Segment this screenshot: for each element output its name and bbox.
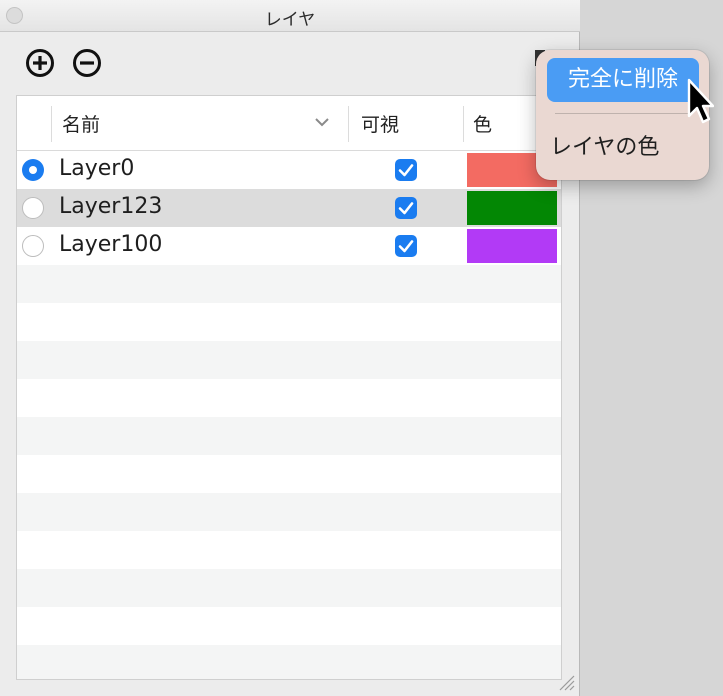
visible-checkbox[interactable] <box>395 197 417 219</box>
layers-table: 名前 可視 色 Layer0 Layer123 Layer100 <box>16 95 562 680</box>
active-layer-radio[interactable] <box>22 159 44 181</box>
table-row[interactable]: Layer100 <box>17 227 561 265</box>
checkmark-icon <box>398 164 414 177</box>
empty-row <box>17 265 561 303</box>
layer-name: Layer0 <box>59 156 135 181</box>
empty-row <box>17 531 561 569</box>
add-layer-button[interactable] <box>25 48 55 78</box>
empty-row <box>17 607 561 645</box>
visible-checkbox[interactable] <box>395 235 417 257</box>
active-layer-radio[interactable] <box>22 197 44 219</box>
menu-item-delete-permanently[interactable]: 完全に削除 <box>547 58 699 102</box>
layers-window: レイヤ 名前 可視 色 Layer0 Layer123 Layer100 <box>0 0 580 696</box>
empty-row <box>17 303 561 341</box>
column-header-visible[interactable]: 可視 <box>361 110 399 137</box>
column-separator <box>463 106 464 142</box>
resize-grip-icon[interactable] <box>556 672 576 692</box>
table-row[interactable]: Layer0 <box>17 151 561 189</box>
minus-circle-icon <box>73 49 101 77</box>
menu-separator <box>555 113 690 114</box>
empty-row <box>17 493 561 531</box>
context-menu: 完全に削除 レイヤの色 <box>536 50 709 180</box>
checkmark-icon <box>398 202 414 215</box>
column-separator <box>348 106 349 142</box>
checkmark-icon <box>398 240 414 253</box>
title-bar[interactable]: レイヤ <box>0 0 580 32</box>
empty-row <box>17 455 561 493</box>
layer-color-swatch[interactable] <box>467 229 557 263</box>
plus-circle-icon <box>26 49 54 77</box>
remove-layer-button[interactable] <box>72 48 102 78</box>
empty-row <box>17 645 561 679</box>
window-title: レイヤ <box>264 10 316 30</box>
chevron-down-icon[interactable] <box>314 116 330 128</box>
empty-row <box>17 341 561 379</box>
menu-item-layer-color[interactable]: レイヤの色 <box>550 126 700 170</box>
empty-row <box>17 417 561 455</box>
visible-checkbox[interactable] <box>395 159 417 181</box>
empty-row <box>17 379 561 417</box>
mouse-cursor-icon <box>687 78 714 124</box>
active-layer-radio[interactable] <box>22 235 44 257</box>
table-header: 名前 可視 色 <box>17 96 561 151</box>
column-separator <box>51 106 52 142</box>
empty-row <box>17 569 561 607</box>
column-header-name[interactable]: 名前 <box>62 110 100 137</box>
layer-name: Layer100 <box>59 232 163 257</box>
layer-color-swatch[interactable] <box>467 191 557 225</box>
layer-name: Layer123 <box>59 194 163 219</box>
table-row[interactable]: Layer123 <box>17 189 561 227</box>
column-header-color[interactable]: 色 <box>473 110 492 137</box>
